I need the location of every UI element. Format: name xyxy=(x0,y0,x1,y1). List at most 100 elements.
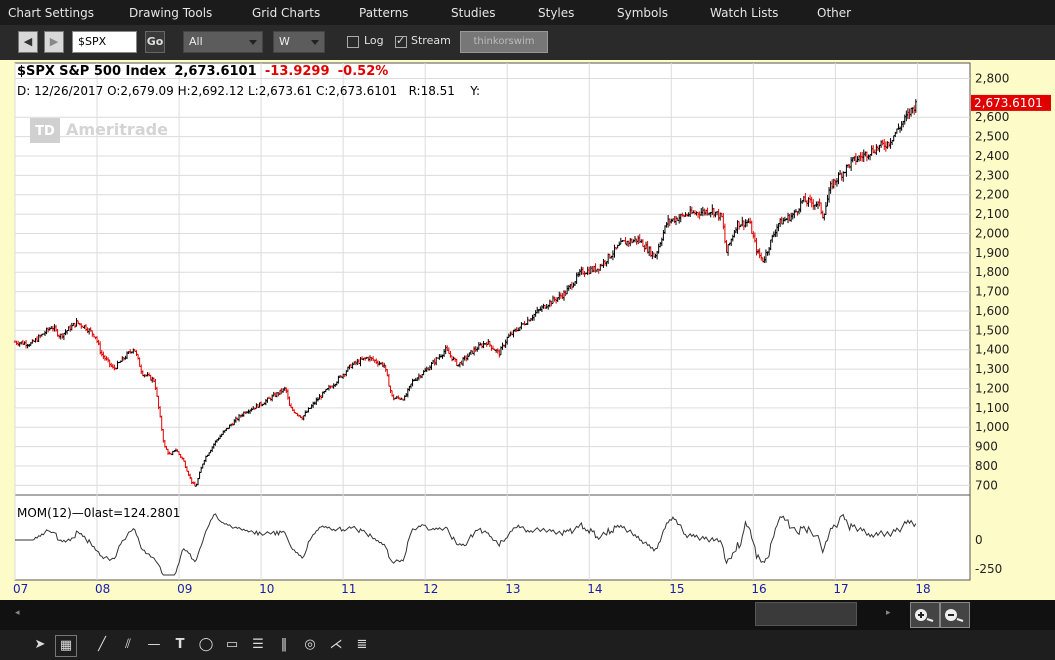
menu-item-watch-lists[interactable]: Watch Lists xyxy=(710,6,778,20)
price-tick-label: 2,600 xyxy=(975,110,1009,124)
price-tick-label: 1,500 xyxy=(975,323,1009,337)
price-tick-label: 1,900 xyxy=(975,246,1009,260)
year-tick-label: 11 xyxy=(341,582,356,596)
back-button[interactable]: ◀ xyxy=(18,31,38,53)
momentum-last: last=124.2801 xyxy=(91,506,181,520)
momentum-axis: 0 -250 xyxy=(975,533,1002,576)
interval-select[interactable]: W xyxy=(273,31,325,53)
plot-frame xyxy=(14,62,971,581)
forward-button[interactable]: ▶ xyxy=(44,31,64,53)
price-tick-label: 2,100 xyxy=(975,207,1009,221)
toolbar: ◀ ▶ $SPX Go All W Log ✓ Stream thinkorsw… xyxy=(0,25,1055,60)
fan-tool[interactable]: ⋌ xyxy=(326,635,346,655)
symbol-input[interactable]: $SPX xyxy=(72,31,137,53)
menu-item-chart-settings[interactable]: Chart Settings xyxy=(8,6,94,20)
channel-tool[interactable]: ⫽ xyxy=(118,635,138,655)
momentum-tick-label: -250 xyxy=(975,562,1002,576)
ohlc-high: H:2,692.12 xyxy=(177,84,245,98)
momentum-zero-glyph: — xyxy=(71,506,84,520)
trendline-tool[interactable]: ╱ xyxy=(92,635,112,655)
zoom-in-button[interactable] xyxy=(910,602,940,628)
quote-header: $SPX S&P 500 Index 2,673.6101 -13.9299 -… xyxy=(17,64,388,79)
trendline-icon: ╱ xyxy=(98,637,106,652)
price-tick-label: 1,400 xyxy=(975,343,1009,357)
parallel-lines-icon: ⫽ xyxy=(125,637,131,652)
crosshair-icon: ▦ xyxy=(59,638,73,653)
log-checkbox[interactable]: Log xyxy=(347,31,392,53)
ellipse-icon: ◯ xyxy=(198,637,214,652)
ohlc-date: D: 12/26/2017 xyxy=(17,84,104,98)
ohlc-open: O:2,679.09 xyxy=(107,84,174,98)
price-tick-label: 1,800 xyxy=(975,265,1009,279)
price-tick-label: 1,000 xyxy=(975,420,1009,434)
ohlc-range: R:18.51 xyxy=(408,84,455,98)
ohlc-low: L:2,673.61 xyxy=(247,84,313,98)
stream-checkbox[interactable]: ✓ Stream xyxy=(395,31,455,53)
period-select[interactable]: All xyxy=(183,31,263,53)
price-tick-label: 1,300 xyxy=(975,362,1009,376)
price-tag: 2,673.6101 xyxy=(971,94,1051,111)
crosshair-tool[interactable]: ▦ xyxy=(55,635,77,657)
cursor-tool[interactable]: ➤ xyxy=(30,635,50,655)
scroll-left-icon[interactable]: ◂ xyxy=(15,608,20,618)
price-tick-label: 2,400 xyxy=(975,149,1009,163)
year-tick-label: 13 xyxy=(505,582,520,596)
momentum-label: MOM(12) xyxy=(17,506,72,520)
year-tick-label: 17 xyxy=(833,582,848,596)
time-axis: 07 08 09 10 11 12 13 14 15 16 17 18 xyxy=(13,582,931,596)
price-tick-label: 2,800 xyxy=(975,71,1009,85)
price-tag-value: 2,673.6101 xyxy=(974,96,1043,110)
header-name: S&P 500 Index xyxy=(59,64,167,79)
rectangle-icon: ▭ xyxy=(225,637,239,652)
text-tool[interactable]: T xyxy=(170,635,190,655)
watermark-text: Ameritrade xyxy=(66,120,168,139)
scrollbar-thumb[interactable] xyxy=(755,602,857,626)
price-tick-label: 1,700 xyxy=(975,285,1009,299)
year-tick-label: 07 xyxy=(13,582,28,596)
zoom-out-button[interactable] xyxy=(940,602,970,628)
price-tick-label: 2,000 xyxy=(975,226,1009,240)
year-tick-label: 16 xyxy=(751,582,766,596)
chart-area[interactable]: TD Ameritrade 700 800 900 1,000 1,100 1,200 1,… xyxy=(0,60,1055,600)
year-tick-label: 12 xyxy=(423,582,438,596)
ellipse-tool[interactable]: ◯ xyxy=(196,635,216,655)
checkbox-unchecked-icon xyxy=(347,36,359,48)
rectangle-tool[interactable]: ▭ xyxy=(222,635,242,655)
thinkorswim-button[interactable]: thinkorswim xyxy=(460,31,548,53)
menu-item-symbols[interactable]: Symbols xyxy=(617,6,668,20)
lines-icon: ≣ xyxy=(356,637,368,652)
fibonacci-tool[interactable]: ☰ xyxy=(248,635,268,655)
scroll-right-icon[interactable]: ▸ xyxy=(886,608,891,618)
thinkorswim-label: thinkorswim xyxy=(473,36,535,47)
chevron-down-icon xyxy=(311,40,319,45)
menu-item-studies[interactable]: Studies xyxy=(451,6,496,20)
go-button[interactable]: Go xyxy=(145,31,165,53)
year-tick-label: 08 xyxy=(95,582,110,596)
ohlc-row: D: 12/26/2017 O:2,679.09 H:2,692.12 L:2,… xyxy=(17,84,480,98)
checkbox-checked-icon: ✓ xyxy=(395,34,407,48)
menu-item-other[interactable]: Other xyxy=(817,6,851,20)
gann-tool[interactable]: ‖ xyxy=(274,635,294,655)
hline-tool[interactable]: — xyxy=(144,635,164,655)
price-tick-label: 900 xyxy=(975,440,998,454)
spiral-icon: ◎ xyxy=(304,637,316,652)
lines-tool[interactable]: ≣ xyxy=(352,635,372,655)
arc-tool[interactable]: ◎ xyxy=(300,635,320,655)
price-tick-label: 2,200 xyxy=(975,188,1009,202)
cursor-icon: ➤ xyxy=(34,637,46,652)
year-tick-label: 09 xyxy=(177,582,192,596)
menu-item-styles[interactable]: Styles xyxy=(538,6,574,20)
price-tick-label: 2,300 xyxy=(975,168,1009,182)
year-tick-label: 15 xyxy=(669,582,684,596)
horizontal-line-icon: — xyxy=(147,637,161,652)
menu-item-grid-charts[interactable]: Grid Charts xyxy=(252,6,320,20)
price-tick-label: 800 xyxy=(975,459,998,473)
header-symbol: $SPX xyxy=(17,64,55,79)
year-tick-label: 18 xyxy=(915,582,930,596)
menu-item-patterns[interactable]: Patterns xyxy=(359,6,408,20)
header-change-pct: -0.52% xyxy=(337,64,389,79)
year-tick-label: 14 xyxy=(587,582,602,596)
menu-item-drawing-tools[interactable]: Drawing Tools xyxy=(129,6,212,20)
left-arrow-icon: ◀ xyxy=(23,35,33,48)
watermark-badge: TD xyxy=(35,124,55,139)
